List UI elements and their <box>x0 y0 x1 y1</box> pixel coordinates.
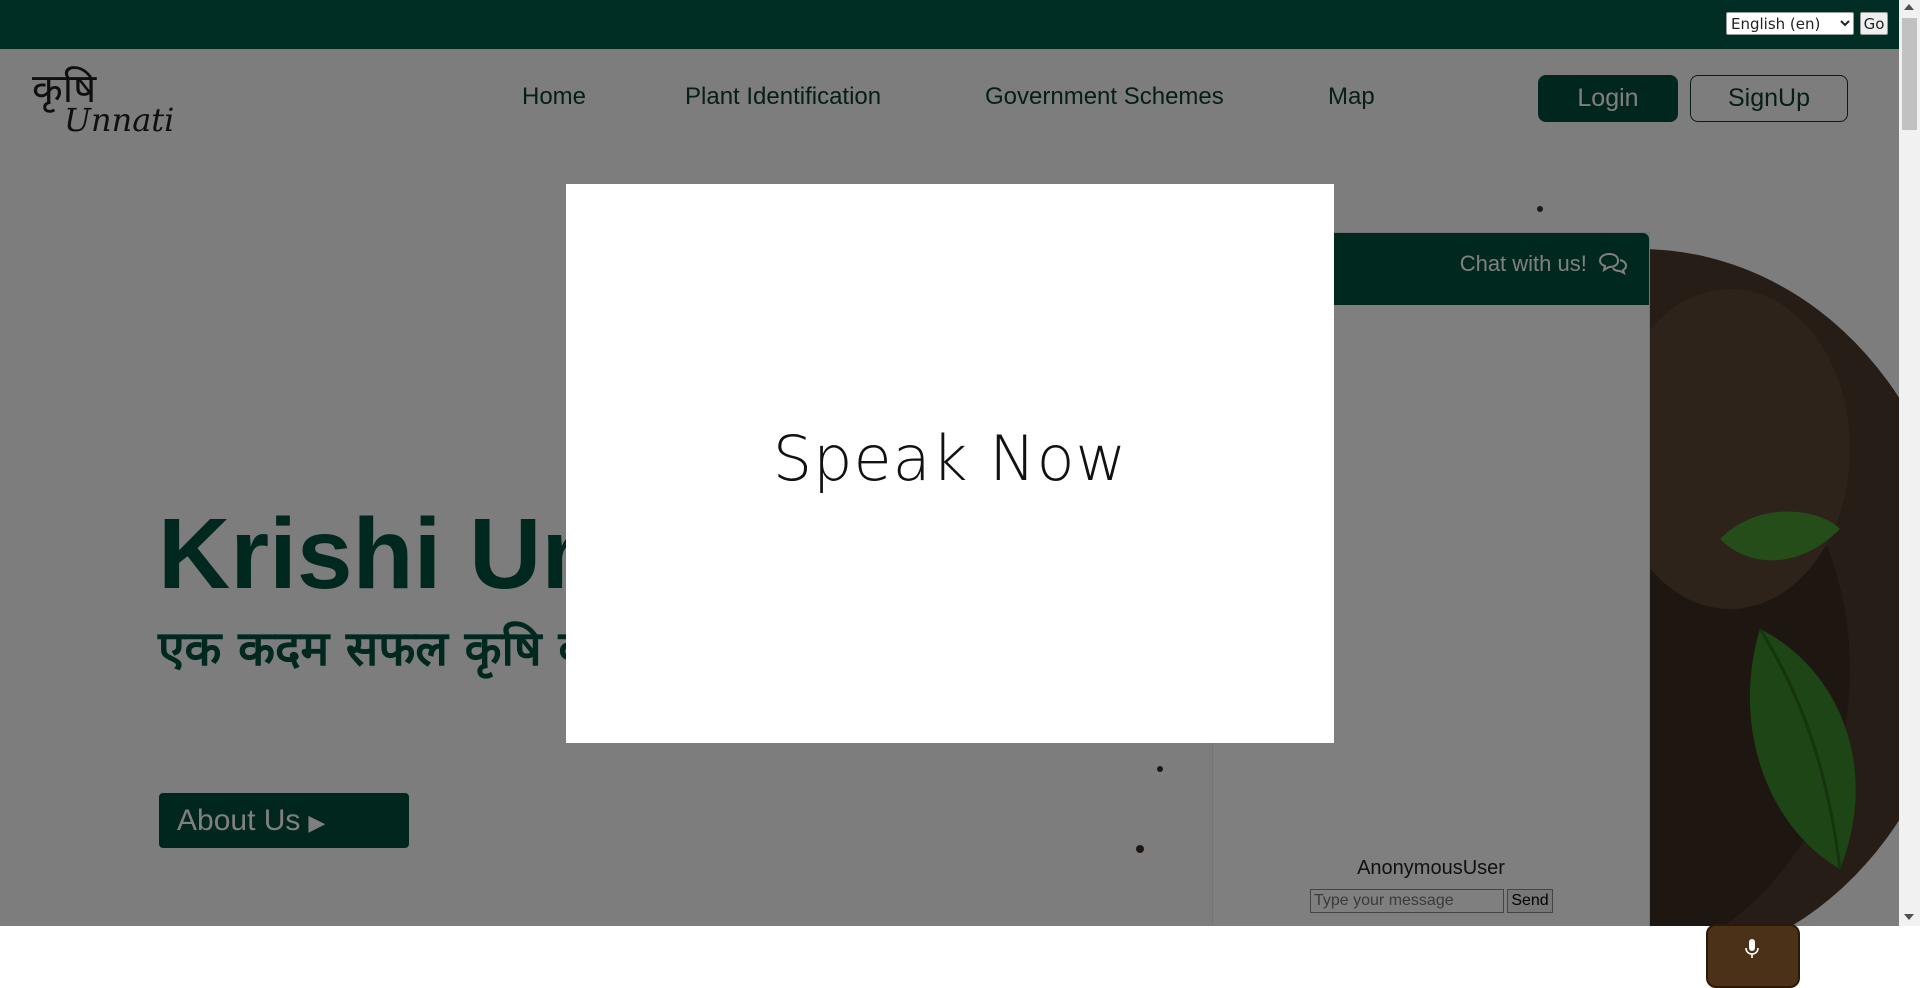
speak-now-text: Speak Now <box>772 422 1128 495</box>
scroll-down-arrow-icon[interactable] <box>1904 914 1914 920</box>
scroll-up-arrow-icon[interactable] <box>1904 4 1914 10</box>
microphone-icon <box>1745 939 1759 958</box>
translate-go-button[interactable]: Go <box>1860 12 1888 35</box>
translate-bar: English (en) Go <box>0 0 1899 49</box>
microphone-button[interactable] <box>1706 924 1800 988</box>
page-scrollbar[interactable] <box>1899 0 1920 926</box>
language-select[interactable]: English (en) <box>1726 12 1854 35</box>
scrollbar-thumb[interactable] <box>1902 18 1917 130</box>
speech-modal: Speak Now <box>566 184 1334 743</box>
